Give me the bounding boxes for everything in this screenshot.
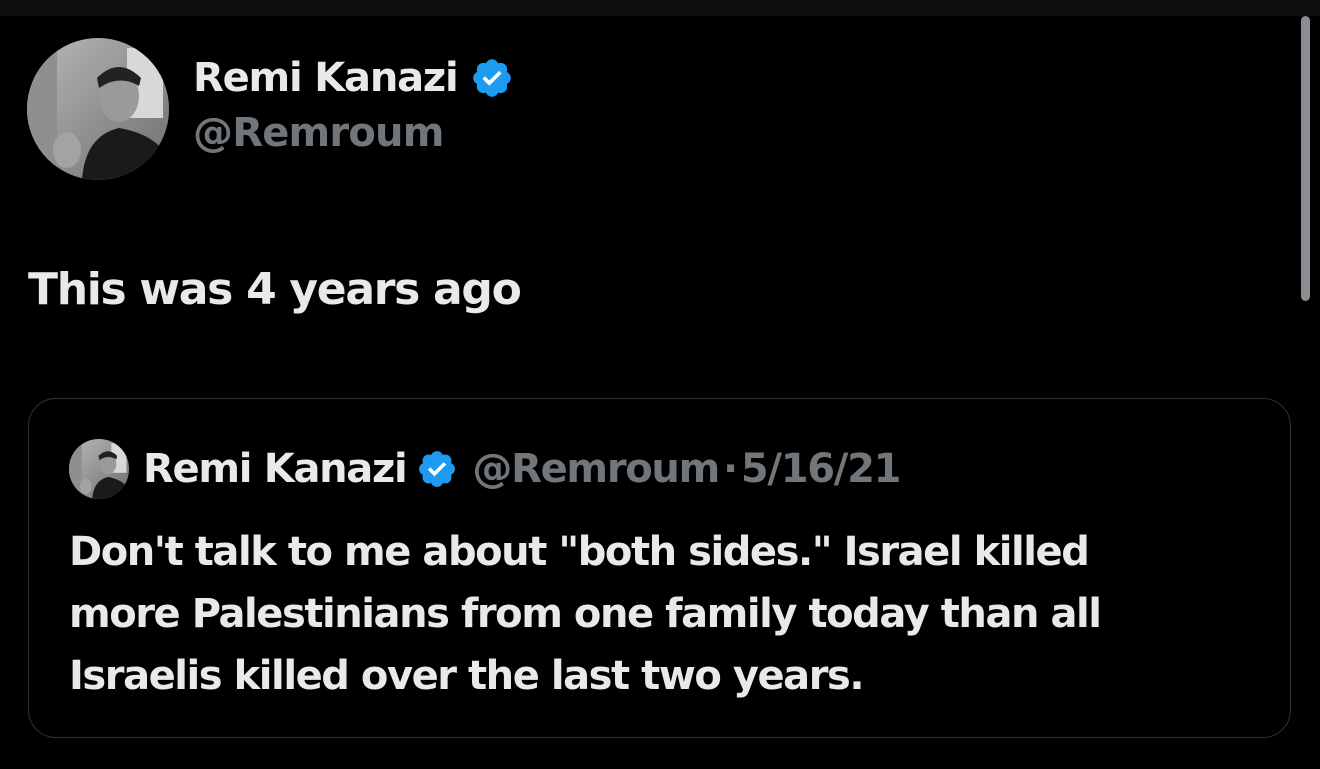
quoted-avatar[interactable] <box>69 439 129 499</box>
quoted-avatar-photo <box>69 439 129 499</box>
quoted-text-line: Israelis killed over the last two years. <box>69 653 865 699</box>
quoted-tweet-date: 5/16/21 <box>740 446 902 492</box>
author-name[interactable]: Remi Kanazi <box>193 55 459 101</box>
tweet-text: This was 4 years ago <box>28 264 522 315</box>
quoted-author-handle: @Remroum <box>472 446 720 492</box>
verified-badge-icon <box>470 56 514 100</box>
quoted-tweet-card[interactable]: Remi Kanazi @Remroum · 5/16/21 Don't tal… <box>28 398 1291 738</box>
avatar-photo <box>27 38 169 180</box>
quoted-author-name: Remi Kanazi <box>143 446 408 492</box>
tweet-author: Remi Kanazi @Remroum <box>193 50 514 156</box>
quoted-text-line: Don't talk to me about "both sides." Isr… <box>69 529 1090 575</box>
scrollbar[interactable] <box>1301 16 1310 301</box>
status-bar <box>0 0 1320 16</box>
quoted-tweet-header: Remi Kanazi @Remroum · 5/16/21 <box>69 439 902 499</box>
avatar[interactable] <box>27 38 169 180</box>
author-handle[interactable]: @Remroum <box>193 110 514 156</box>
separator-dot: · <box>722 446 738 492</box>
quoted-tweet-text: Don't talk to me about "both sides." Isr… <box>69 521 1249 707</box>
quoted-text-line: more Palestinians from one family today … <box>69 591 1102 637</box>
verified-badge-icon <box>416 448 458 490</box>
